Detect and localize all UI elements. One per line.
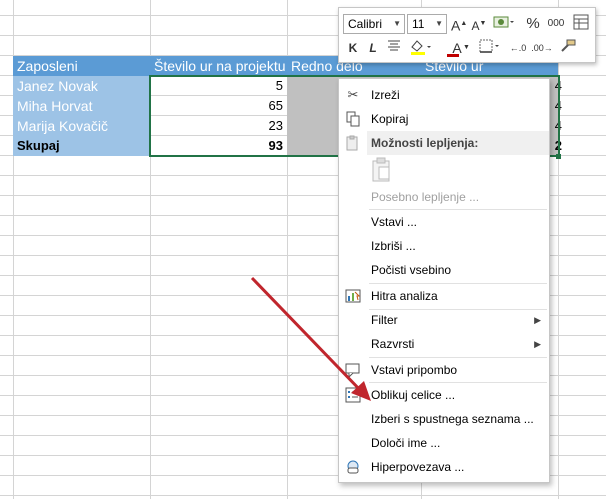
arrow-line (250, 276, 364, 394)
annotation-arrow (250, 276, 371, 401)
